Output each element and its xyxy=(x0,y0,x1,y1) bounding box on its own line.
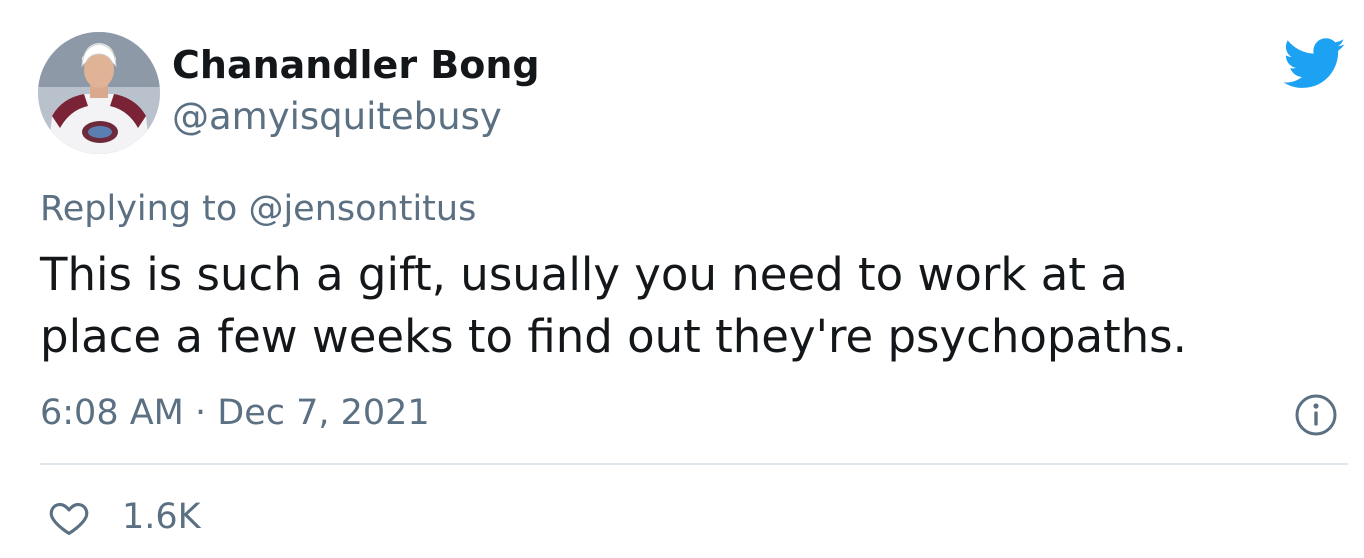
tweet-text-line: This is such a gift, usually you need to… xyxy=(40,248,1128,301)
tweet-text-line: place a few weeks to find out they're ps… xyxy=(40,310,1187,363)
avatar[interactable] xyxy=(38,32,160,154)
tweet-timestamp[interactable]: 6:08 AM · Dec 7, 2021 xyxy=(40,390,430,436)
tweet-text: This is such a gift, usually you need to… xyxy=(40,244,1350,368)
twitter-bird-icon[interactable] xyxy=(1283,38,1347,90)
replying-to[interactable]: Replying to @jensontitus xyxy=(40,186,476,232)
info-icon[interactable] xyxy=(1294,393,1338,437)
author-display-name[interactable]: Chanandler Bong xyxy=(172,42,540,88)
author-handle[interactable]: @amyisquitebusy xyxy=(172,94,502,140)
like-count: 1.6K xyxy=(122,497,201,537)
divider xyxy=(40,463,1348,465)
avatar-image xyxy=(38,32,160,154)
heart-outline-icon[interactable] xyxy=(48,497,90,539)
